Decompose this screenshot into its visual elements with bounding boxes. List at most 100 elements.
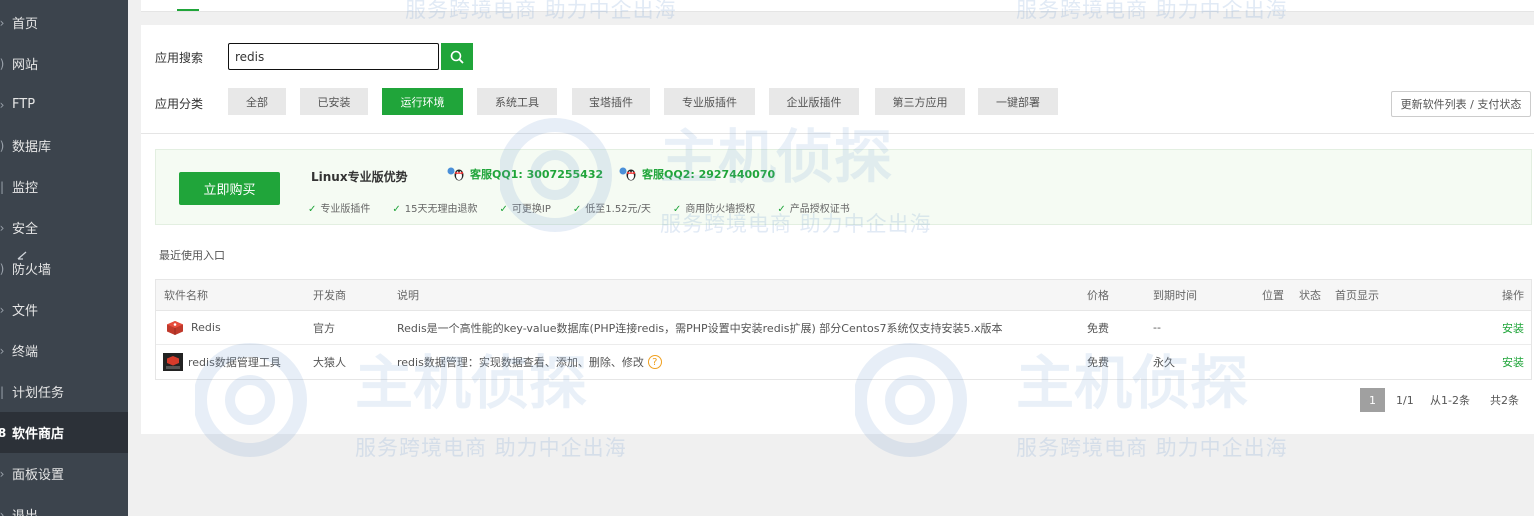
install-link[interactable]: 安装 bbox=[1502, 345, 1524, 379]
ftp-icon: › bbox=[0, 97, 5, 112]
pager-pages: 1/1 bbox=[1396, 393, 1414, 407]
globe-icon: ) bbox=[0, 56, 5, 71]
developer-cell: 大猿人 bbox=[313, 356, 346, 369]
home-icon: › bbox=[0, 15, 5, 30]
table-row: redis数据管理工具 大猿人 redis数据管理：实现数据查看、添加、删除、修… bbox=[156, 345, 1531, 379]
qq1-link[interactable]: 客服QQ1: 3007255432 bbox=[446, 166, 603, 182]
category-third-party[interactable]: 第三方应用 bbox=[875, 88, 965, 115]
expire-cell: -- bbox=[1153, 321, 1161, 334]
sidebar-item-label: 退出 bbox=[12, 505, 38, 516]
sidebar-item-label: 计划任务 bbox=[12, 386, 65, 401]
pager-total: 共2条 bbox=[1490, 394, 1519, 407]
category-installed[interactable]: 已安装 bbox=[300, 88, 368, 115]
sidebar-item-label: 安全 bbox=[12, 222, 39, 237]
sidebar-item-logout[interactable]: › 退出 bbox=[0, 494, 128, 516]
sidebar-item-label: 软件商店 bbox=[12, 427, 65, 442]
check-icon: ✓ bbox=[392, 204, 401, 215]
feature-label: 可更换IP bbox=[511, 204, 551, 215]
qq2-text: 客服QQ2: 2927440070 bbox=[642, 168, 776, 181]
developer-cell: 官方 bbox=[313, 321, 335, 335]
check-icon: ✓ bbox=[499, 204, 508, 215]
category-label: 应用分类 bbox=[155, 97, 204, 111]
feature-item: ✓ 15天无理由退款 bbox=[392, 200, 477, 215]
col-action: 操作 bbox=[1502, 289, 1524, 302]
category-pro-plugins[interactable]: 专业版插件 bbox=[664, 88, 755, 115]
feature-label: 低至1.52元/天 bbox=[585, 204, 651, 215]
firewall-icon: ) bbox=[0, 261, 5, 276]
price-cell: 免费 bbox=[1087, 321, 1109, 335]
pager-range: 从1-2条 bbox=[1430, 394, 1470, 407]
table-header: 软件名称 开发商 说明 价格 到期时间 位置 状态 首页显示 操作 bbox=[156, 280, 1531, 311]
active-tab-indicator bbox=[177, 9, 199, 11]
search-input[interactable] bbox=[228, 43, 439, 70]
software-table: 软件名称 开发商 说明 价格 到期时间 位置 状态 首页显示 操作 Redis … bbox=[155, 279, 1532, 380]
feature-item: ✓ 可更换IP bbox=[500, 200, 551, 215]
monitor-icon: | bbox=[0, 179, 5, 194]
software-name-cell: Redis bbox=[166, 311, 221, 344]
sidebar-item-label: 数据库 bbox=[12, 140, 52, 155]
logout-icon: › bbox=[0, 507, 5, 516]
pager-current-page[interactable]: 1 bbox=[1360, 388, 1385, 412]
store-icon: 8 bbox=[0, 425, 7, 440]
sidebar-item-files[interactable]: › 文件 bbox=[0, 289, 128, 330]
category-enterprise-plugins[interactable]: 企业版插件 bbox=[769, 88, 859, 115]
gear-icon: › bbox=[0, 466, 5, 481]
col-status: 状态 bbox=[1299, 289, 1321, 302]
sidebar-item-security[interactable]: › 安全 bbox=[0, 207, 128, 248]
col-desc: 说明 bbox=[397, 289, 419, 302]
redis-cube-icon bbox=[167, 320, 183, 335]
expire-cell: 永久 bbox=[1153, 356, 1175, 369]
table-row: Redis 官方 Redis是一个高性能的key-value数据库(PHP连接r… bbox=[156, 311, 1531, 345]
sidebar-item-monitor[interactable]: | 监控 bbox=[0, 166, 128, 207]
feature-item: ✓ 产品授权证书 bbox=[777, 200, 849, 215]
sidebar-item-label: 文件 bbox=[12, 304, 39, 319]
sidebar-item-website[interactable]: ) 网站 bbox=[0, 43, 128, 84]
category-all[interactable]: 全部 bbox=[228, 88, 286, 115]
sidebar: › 首页 ) 网站 › FTP ) 数据库 | 监控 › 安全 ) 防火墙 › 文件 › 终端 |… bbox=[0, 0, 128, 516]
pro-promo-box: 立即购买 Linux专业版优势 客服QQ1: 3007255432 客服QQ2:… bbox=[155, 149, 1532, 225]
check-icon: ✓ bbox=[308, 204, 317, 215]
col-price: 价格 bbox=[1087, 289, 1109, 302]
sidebar-item-ftp[interactable]: › FTP bbox=[0, 84, 128, 125]
install-link[interactable]: 安装 bbox=[1502, 311, 1524, 344]
terminal-icon: › bbox=[0, 343, 5, 358]
sidebar-item-software-store[interactable]: 8 软件商店 bbox=[0, 412, 128, 453]
watermark-text: 服务跨境电商 助力中企出海 bbox=[355, 436, 627, 460]
qq2-link[interactable]: 客服QQ2: 2927440070 bbox=[618, 166, 775, 182]
help-icon[interactable]: ? bbox=[647, 355, 662, 369]
feature-label: 产品授权证书 bbox=[789, 204, 850, 215]
desc-text: redis数据管理：实现数据查看、添加、删除、修改 bbox=[397, 356, 644, 369]
sidebar-item-terminal[interactable]: › 终端 bbox=[0, 330, 128, 371]
col-position: 位置 bbox=[1262, 289, 1284, 302]
shield-icon: › bbox=[0, 220, 5, 235]
feature-label: 商用防火墙授权 bbox=[685, 204, 756, 215]
category-one-click[interactable]: 一键部署 bbox=[978, 88, 1058, 115]
sidebar-item-label: 终端 bbox=[12, 345, 39, 360]
collapse-arrow-icon[interactable] bbox=[14, 250, 30, 266]
sidebar-item-home[interactable]: › 首页 bbox=[0, 2, 128, 43]
update-software-list-button[interactable]: 更新软件列表 / 支付状态 bbox=[1391, 91, 1531, 117]
sidebar-item-cron[interactable]: | 计划任务 bbox=[0, 371, 128, 412]
search-button[interactable] bbox=[441, 43, 473, 70]
col-developer: 开发商 bbox=[313, 289, 346, 302]
feature-label: 15天无理由退款 bbox=[404, 204, 478, 215]
sidebar-item-label: 首页 bbox=[12, 17, 39, 32]
recent-entry-label: 最近使用入口 bbox=[159, 249, 225, 262]
category-system-tools[interactable]: 系统工具 bbox=[477, 88, 557, 115]
buy-now-button[interactable]: 立即购买 bbox=[179, 172, 280, 205]
sidebar-item-database[interactable]: ) 数据库 bbox=[0, 125, 128, 166]
software-store-panel: 应用搜索 应用分类 全部 已安装 运行环境 系统工具 宝塔插件 专业版插件 企业… bbox=[141, 25, 1534, 434]
qq1-text: 客服QQ1: 3007255432 bbox=[470, 168, 604, 181]
promo-features: ✓ 专业版插件 ✓ 15天无理由退款 ✓ 可更换IP ✓ 低至1.52元/天 ✓ 商用防火… bbox=[308, 200, 872, 215]
sidebar-item-panel-settings[interactable]: › 面板设置 bbox=[0, 453, 128, 494]
col-homepage: 首页显示 bbox=[1335, 289, 1379, 302]
promo-title: Linux专业版优势 bbox=[311, 170, 408, 184]
category-bt-plugins[interactable]: 宝塔插件 bbox=[572, 88, 650, 115]
tab-strip bbox=[141, 0, 1534, 12]
check-icon: ✓ bbox=[672, 204, 682, 215]
software-name: redis数据管理工具 bbox=[188, 356, 281, 369]
qq-penguin-icon bbox=[447, 167, 464, 181]
software-name: Redis bbox=[191, 321, 221, 334]
watermark-text: 服务跨境电商 助力中企出海 bbox=[1016, 436, 1288, 460]
category-runtime[interactable]: 运行环境 bbox=[382, 88, 463, 115]
